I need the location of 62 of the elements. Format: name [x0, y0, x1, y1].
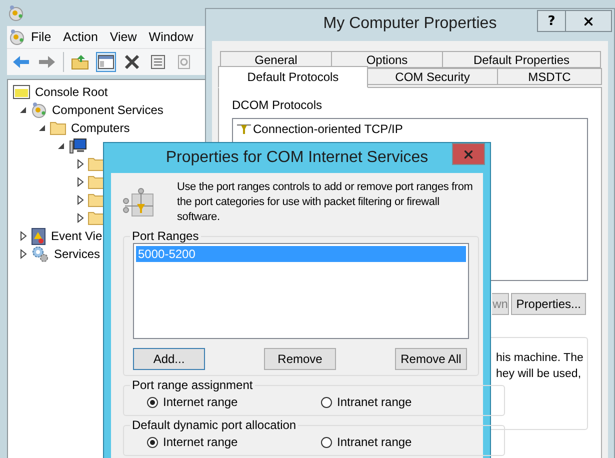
- expand-arrow-icon[interactable]: [75, 195, 85, 205]
- up-folder-icon[interactable]: [70, 52, 90, 72]
- close-icon: [462, 148, 475, 160]
- info-text: hey will be used,: [496, 367, 582, 382]
- menu-item[interactable]: Action: [57, 30, 104, 44]
- tree-item[interactable]: Console Root: [33, 84, 110, 100]
- gear-ball-icon: [8, 5, 24, 21]
- network-icon: [237, 124, 251, 134]
- tree-item[interactable]: Services: [52, 246, 102, 262]
- radio-option[interactable]: Internet range: [147, 434, 321, 450]
- tree-item[interactable]: Component Services: [50, 102, 166, 118]
- list-item[interactable]: Connection-oriented TCP/IP: [235, 121, 585, 137]
- group-label: Port range assignment: [131, 378, 254, 392]
- folder-icon: [88, 193, 104, 207]
- radio-option[interactable]: Intranet range: [321, 434, 495, 450]
- tab[interactable]: Default Properties: [442, 51, 601, 68]
- properties-icon[interactable]: [148, 52, 168, 72]
- gear-ball-icon: [31, 102, 47, 118]
- dialog-button[interactable]: Remove All: [395, 348, 467, 370]
- tab[interactable]: Options: [331, 51, 443, 68]
- expand-arrow-icon[interactable]: [75, 177, 85, 187]
- folder-icon: [88, 211, 104, 225]
- delete-icon[interactable]: [122, 52, 142, 72]
- tab[interactable]: Default Protocols: [218, 66, 368, 88]
- dialog-title: Properties for COM Internet Services: [166, 149, 428, 167]
- expand-arrow-icon[interactable]: [75, 213, 85, 223]
- tab[interactable]: COM Security: [367, 68, 498, 85]
- tree-item[interactable]: Event Vie: [49, 228, 104, 244]
- folder-icon: [88, 175, 104, 189]
- section-label: DCOM Protocols: [232, 98, 324, 112]
- info-text: his machine. The: [496, 351, 584, 366]
- expand-arrow-icon[interactable]: [75, 159, 85, 169]
- collapse-arrow-icon[interactable]: [56, 141, 66, 151]
- expand-arrow-icon[interactable]: [18, 249, 28, 259]
- menu-item[interactable]: View: [104, 30, 143, 44]
- collapse-arrow-icon[interactable]: [18, 105, 28, 115]
- log-book-icon: [31, 228, 46, 244]
- panel-toggle-icon[interactable]: [96, 52, 116, 72]
- collapse-arrow-icon[interactable]: [37, 123, 47, 133]
- help-button[interactable]: ?: [537, 10, 566, 32]
- folder-icon: [13, 85, 30, 99]
- description-text: Use the port ranges controls to add or remove port ranges from the port categories for use with packet filtering or firewall software.: [177, 180, 474, 225]
- tab[interactable]: MSDTC: [497, 68, 602, 85]
- tree-item[interactable]: Computers: [69, 120, 132, 136]
- menu-item[interactable]: Window: [142, 30, 200, 44]
- gear-ball-icon: [9, 29, 25, 45]
- dialog-button[interactable]: Properties...: [511, 293, 586, 315]
- dialog-button[interactable]: Remove: [264, 348, 336, 370]
- close-icon: [582, 14, 595, 28]
- computer-icon: [69, 138, 87, 154]
- menu-item[interactable]: File: [25, 30, 58, 44]
- group-label: Port Ranges: [131, 229, 200, 243]
- window-title: My Computer Properties: [323, 15, 497, 33]
- gears-icon: [31, 245, 49, 263]
- dialog-button[interactable]: Add...: [133, 348, 205, 370]
- group-label: Default dynamic port allocation: [131, 418, 298, 432]
- expand-arrow-icon[interactable]: [18, 231, 28, 241]
- radio-option[interactable]: Internet range: [147, 394, 321, 410]
- folder-icon: [88, 157, 104, 171]
- close-button[interactable]: [565, 10, 612, 32]
- radio-option[interactable]: Intranet range: [321, 394, 495, 410]
- folder-icon: [50, 121, 66, 135]
